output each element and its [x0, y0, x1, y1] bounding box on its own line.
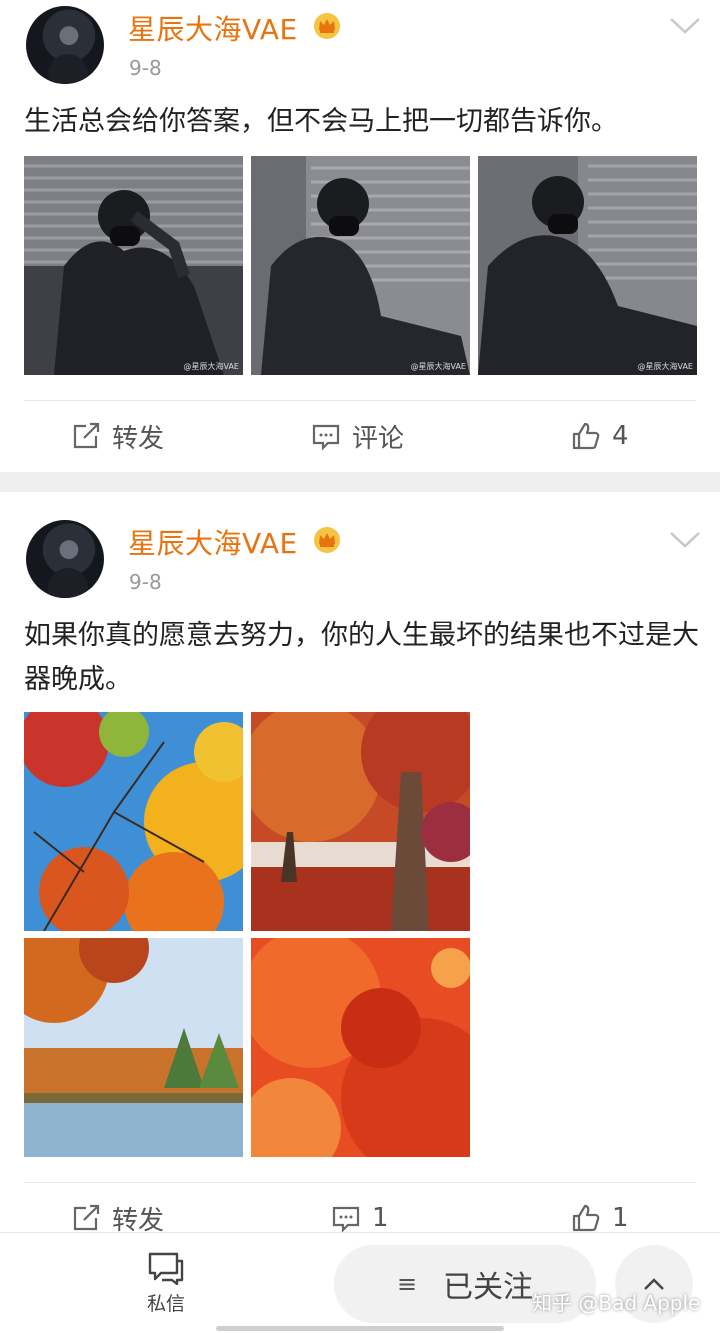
- post-image[interactable]: [24, 938, 243, 1157]
- bottom-action-bar: 私信 ≡ 已关注: [0, 1232, 720, 1333]
- post-date: 9-8: [129, 56, 162, 80]
- weibo-post-1: 星辰大海VAE 9-8 生活总会给你答案，但不会马上把一切都告诉你。 @星辰大海…: [0, 0, 720, 472]
- direct-message-button[interactable]: 私信: [130, 1251, 202, 1315]
- direct-message-label: 私信: [146, 1293, 185, 1315]
- repost-button[interactable]: 转发: [70, 416, 164, 456]
- avatar[interactable]: [26, 6, 104, 84]
- divider: [24, 400, 696, 401]
- username[interactable]: 星辰大海VAE: [128, 8, 298, 48]
- like-count: 4: [612, 421, 629, 451]
- crown-icon: [314, 527, 340, 553]
- like-count: 1: [612, 1203, 629, 1233]
- thumbs-up-icon: [572, 1204, 600, 1232]
- menu-icon: ≡: [396, 1270, 418, 1298]
- following-label: 已关注: [443, 1270, 534, 1305]
- post-text: 生活总会给你答案，但不会马上把一切都告诉你。: [24, 106, 618, 137]
- repost-label: 转发: [112, 423, 165, 454]
- comment-button[interactable]: 评论: [310, 416, 404, 456]
- home-indicator[interactable]: [216, 1326, 504, 1331]
- post-image[interactable]: [251, 938, 470, 1157]
- weibo-post-2: 星辰大海VAE 9-8 如果你真的愿意去努力，你的人生最坏的结果也不过是大器晚成…: [0, 492, 720, 1252]
- image-watermark: @星辰大海VAE: [183, 362, 240, 371]
- post-image[interactable]: @星辰大海VAE: [251, 156, 470, 375]
- divider: [24, 1182, 696, 1183]
- repost-icon: [73, 422, 100, 449]
- like-button[interactable]: 4: [570, 416, 629, 456]
- post-image[interactable]: [251, 712, 470, 931]
- image-watermark: @星辰大海VAE: [637, 362, 694, 371]
- post-image[interactable]: @星辰大海VAE: [24, 156, 243, 375]
- repost-icon: [73, 1204, 100, 1231]
- username[interactable]: 星辰大海VAE: [128, 522, 298, 562]
- comment-icon: [332, 1206, 360, 1233]
- avatar[interactable]: [26, 520, 104, 598]
- crown-icon: [314, 13, 340, 39]
- watermark: 知乎 @Bad Apple: [532, 1291, 701, 1315]
- post-date: 9-8: [129, 570, 162, 594]
- chevron-down-icon[interactable]: [668, 528, 702, 550]
- post-image[interactable]: @星辰大海VAE: [478, 156, 697, 375]
- repost-label: 转发: [112, 1205, 165, 1236]
- comment-icon: [312, 424, 340, 451]
- post-image[interactable]: [24, 712, 243, 931]
- message-icon: [148, 1252, 184, 1285]
- post-text: 如果你真的愿意去努力，你的人生最坏的结果也不过是大器晚成。: [24, 620, 699, 695]
- thumbs-up-icon: [572, 422, 600, 450]
- image-watermark: @星辰大海VAE: [410, 362, 467, 371]
- chevron-down-icon[interactable]: [668, 14, 702, 36]
- post-separator: [0, 472, 720, 492]
- comment-count: 1: [372, 1203, 389, 1233]
- comment-label: 评论: [352, 423, 405, 454]
